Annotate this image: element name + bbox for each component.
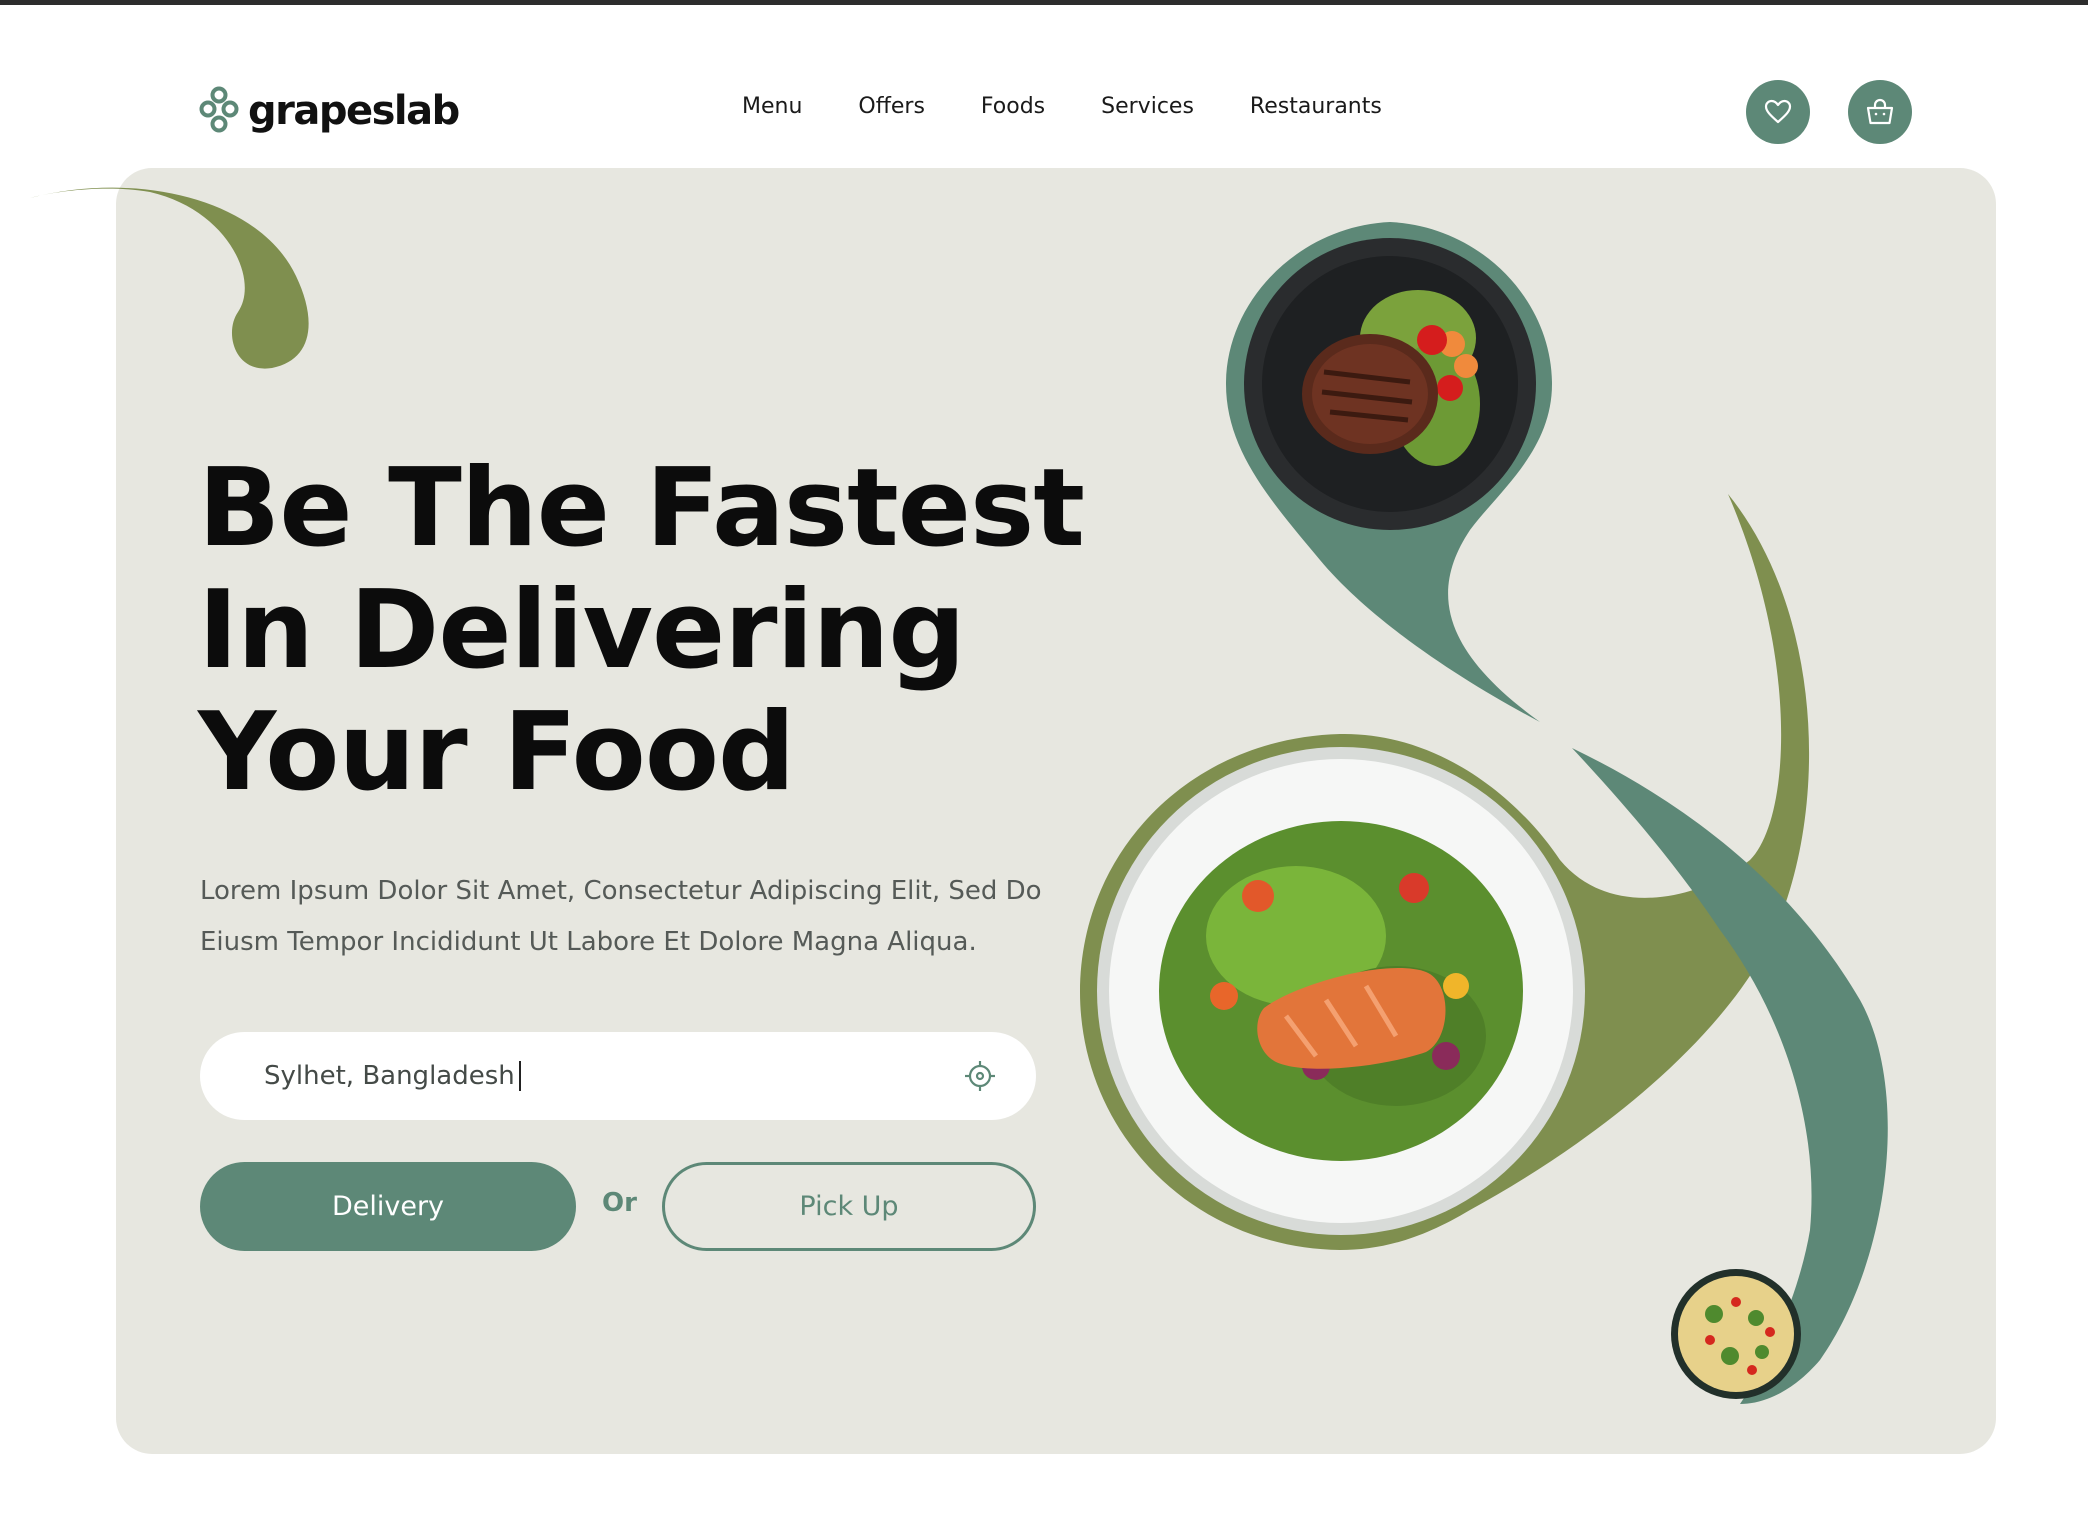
location-input[interactable]: Sylhet, Bangladesh: [200, 1032, 1036, 1120]
location-value: Sylhet, Bangladesh: [264, 1061, 515, 1091]
nav-item-restaurants[interactable]: Restaurants: [1250, 94, 1382, 119]
heart-icon: [1764, 99, 1792, 124]
delivery-button[interactable]: Delivery: [200, 1162, 576, 1251]
nav-item-services[interactable]: Services: [1101, 94, 1194, 119]
or-separator: Or: [602, 1188, 637, 1218]
cart-button[interactable]: [1848, 80, 1912, 144]
text-cursor: [518, 1061, 521, 1091]
pickup-button[interactable]: Pick Up: [662, 1162, 1036, 1251]
hero-title-line-1: Be The Fastest: [198, 446, 1085, 571]
hero-title-line-2: In Delivering: [198, 568, 966, 693]
salmon-salad-plate-image: [1097, 747, 1585, 1235]
main-nav: Menu Offers Foods Services Restaurants: [742, 94, 1382, 119]
steak-salad-plate-image: [1244, 238, 1536, 530]
nav-item-foods[interactable]: Foods: [981, 94, 1045, 119]
hero-description: Lorem Ipsum Dolor Sit Amet, Consectetur …: [200, 876, 1042, 957]
location-field[interactable]: Sylhet, Bangladesh: [264, 1061, 964, 1091]
favorites-button[interactable]: [1746, 80, 1810, 144]
window-top-border: [0, 0, 2088, 5]
brand-name: grapeslab: [248, 88, 460, 134]
hero-title-line-3: Your Food: [198, 690, 795, 815]
pasta-salad-bowl-image: [1671, 1269, 1801, 1399]
nav-item-menu[interactable]: Menu: [742, 94, 802, 119]
shopping-basket-icon: [1866, 98, 1894, 125]
brand-logo[interactable]: grapeslab: [198, 86, 460, 136]
nav-item-offers[interactable]: Offers: [858, 94, 925, 119]
grape-cluster-icon: [199, 86, 239, 133]
crosshair-location-icon[interactable]: [964, 1060, 996, 1092]
hero-title: Be The Fastest In Delivering Your Food: [198, 448, 1098, 814]
